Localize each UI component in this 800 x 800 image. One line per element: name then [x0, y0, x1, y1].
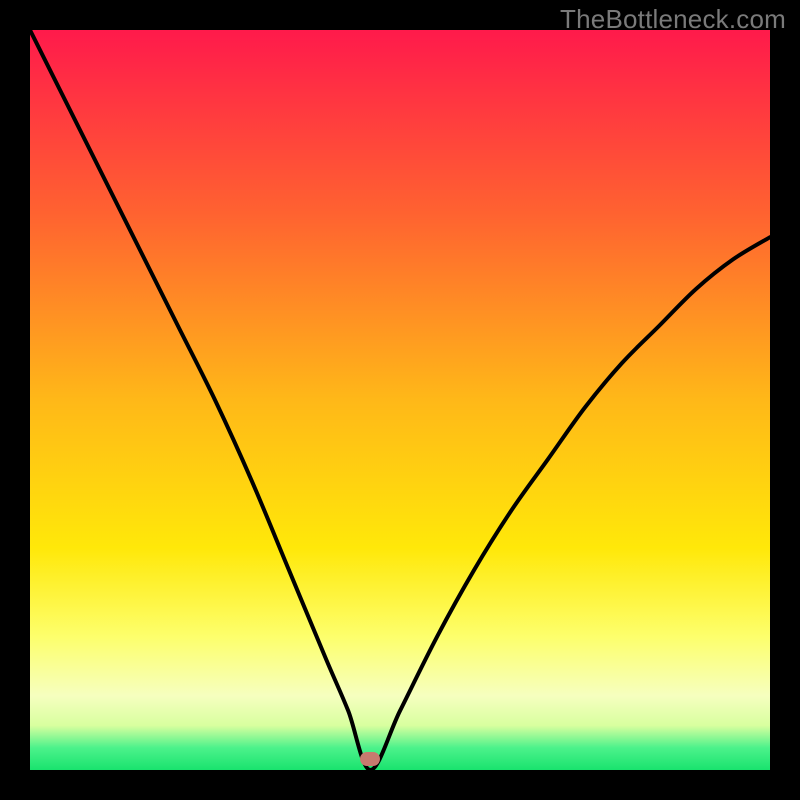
watermark-text: TheBottleneck.com — [560, 4, 786, 35]
apex-marker — [360, 752, 380, 766]
curve-path — [30, 30, 770, 770]
bottleneck-curve — [30, 30, 770, 770]
plot-area — [30, 30, 770, 770]
